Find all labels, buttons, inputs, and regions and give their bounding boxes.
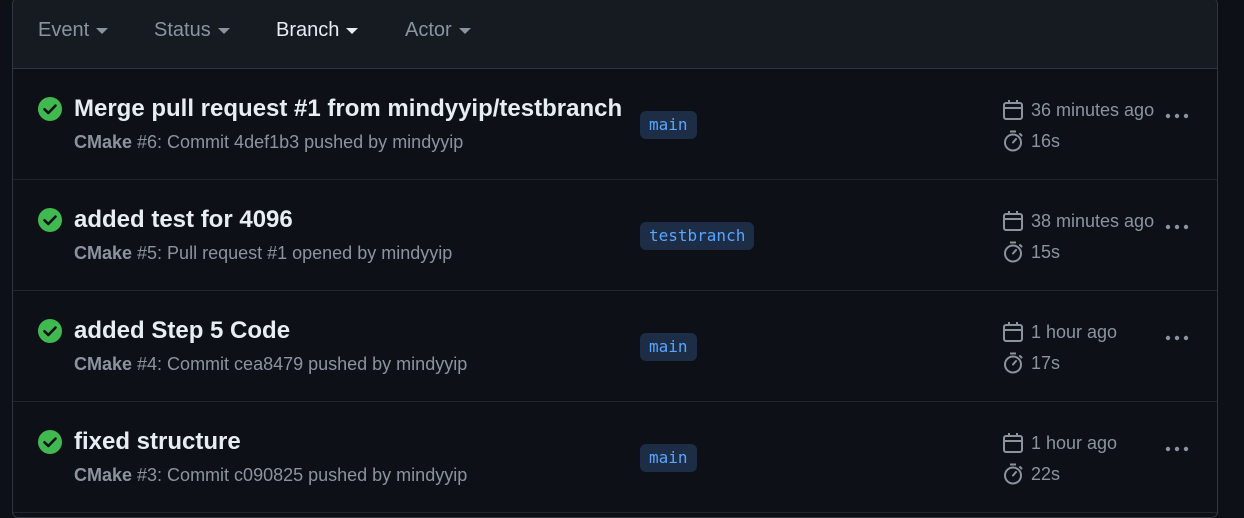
workflow-run-row[interactable]: added Step 5 Code CMake #4: Commit cea84… (13, 291, 1217, 402)
check-circle-icon (38, 97, 62, 121)
check-circle-icon (38, 430, 62, 454)
kebab-horizontal-icon[interactable] (1163, 435, 1191, 463)
kebab-horizontal-icon[interactable] (1163, 324, 1191, 352)
chevron-down-icon (217, 28, 230, 34)
workflow-run-row[interactable]: fixed structure CMake #3: Commit c090825… (13, 402, 1217, 513)
status-filter-label: Status (154, 18, 211, 41)
run-title[interactable]: fixed structure (74, 428, 241, 456)
calendar-icon (1003, 100, 1023, 120)
actor-filter-label: Actor (405, 18, 452, 41)
workflow-name: CMake (74, 354, 133, 374)
workflow-name: CMake (74, 465, 133, 485)
branch-badge[interactable]: testbranch (640, 222, 755, 250)
chevron-down-icon (458, 28, 471, 34)
run-timestamp: 1 hour ago (1031, 322, 1118, 342)
event-filter[interactable]: Event (38, 17, 109, 43)
chevron-down-icon (346, 28, 359, 34)
branch-filter[interactable]: Branch (276, 17, 359, 43)
stopwatch-icon (1004, 241, 1023, 263)
branch-filter-label: Branch (276, 18, 340, 41)
run-duration: 22s (1031, 464, 1061, 484)
calendar-icon (1003, 322, 1023, 342)
run-subtitle: CMake #3: Commit c090825 pushed by mindy… (74, 465, 467, 486)
workflow-run-row[interactable]: added test for 4096 CMake #5: Pull reque… (13, 180, 1217, 291)
stopwatch-icon (1004, 463, 1023, 485)
branch-badge[interactable]: main (640, 444, 697, 472)
calendar-icon (1003, 433, 1023, 453)
workflow-run-row[interactable]: Merge pull request #1 from mindyyip/test… (13, 69, 1217, 180)
filter-bar: Event Status Branch Actor (13, 0, 1217, 69)
run-detail: #6: Commit 4def1b3 pushed by mindyyip (132, 132, 464, 152)
workflow-name: CMake (74, 243, 133, 263)
run-title[interactable]: added test for 4096 (74, 206, 293, 234)
calendar-icon (1003, 211, 1023, 231)
run-subtitle: CMake #4: Commit cea8479 pushed by mindy… (74, 354, 467, 375)
kebab-horizontal-icon[interactable] (1163, 102, 1191, 130)
run-timestamp: 1 hour ago (1031, 433, 1118, 453)
check-circle-icon (38, 319, 62, 343)
run-duration: 17s (1031, 353, 1061, 373)
status-filter[interactable]: Status (154, 17, 230, 43)
check-circle-icon (38, 208, 62, 232)
run-detail: #5: Pull request #1 opened by mindyyip (132, 243, 453, 263)
stopwatch-icon (1004, 352, 1023, 374)
run-timestamp: 38 minutes ago (1031, 211, 1155, 231)
run-subtitle: CMake #6: Commit 4def1b3 pushed by mindy… (74, 132, 463, 153)
run-duration: 15s (1031, 242, 1061, 262)
run-detail: #4: Commit cea8479 pushed by mindyyip (132, 354, 468, 374)
branch-badge[interactable]: main (640, 333, 697, 361)
stopwatch-icon (1004, 130, 1023, 152)
workflow-name: CMake (74, 132, 133, 152)
run-title[interactable]: added Step 5 Code (74, 317, 290, 345)
run-duration: 16s (1031, 131, 1061, 151)
run-title[interactable]: Merge pull request #1 from mindyyip/test… (74, 95, 622, 123)
run-detail: #3: Commit c090825 pushed by mindyyip (132, 465, 468, 485)
run-subtitle: CMake #5: Pull request #1 opened by mind… (74, 243, 452, 264)
chevron-down-icon (96, 28, 109, 34)
actor-filter[interactable]: Actor (405, 17, 471, 43)
run-timestamp: 36 minutes ago (1031, 100, 1155, 120)
event-filter-label: Event (38, 18, 90, 41)
workflow-runs-panel: Event Status Branch Actor Merge pull req… (12, 0, 1218, 518)
workflow-run-list: Merge pull request #1 from mindyyip/test… (13, 69, 1217, 513)
branch-badge[interactable]: main (640, 111, 697, 139)
kebab-horizontal-icon[interactable] (1163, 213, 1191, 241)
